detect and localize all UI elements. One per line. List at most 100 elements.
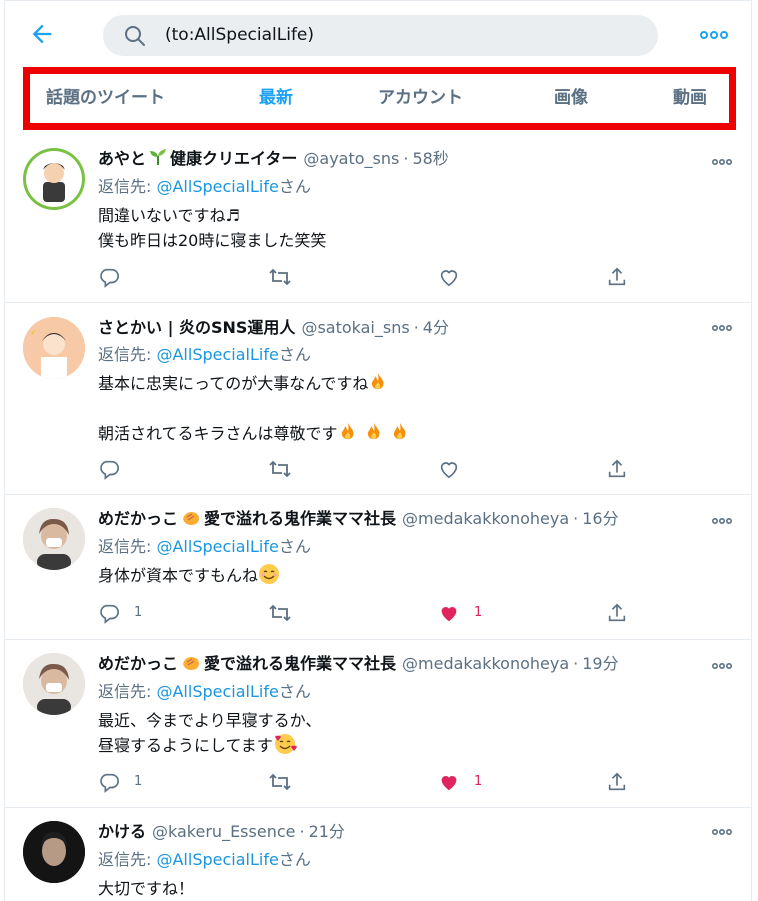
search-input[interactable]: (to:AllSpecialLife): [103, 15, 658, 56]
sprout-icon: [150, 149, 167, 165]
reply-button[interactable]: 1: [98, 771, 158, 793]
mention-link[interactable]: @AllSpecialLife: [156, 682, 278, 701]
share-button[interactable]: [606, 458, 666, 480]
tweet[interactable]: かける @kakeru_Essence · 21分 返信先: @AllSpecialL…: [5, 808, 751, 901]
retweet-icon: [269, 460, 291, 478]
share-button[interactable]: [606, 266, 666, 288]
tweet[interactable]: めだかっこ 愛で溢れる鬼作業ママ社長 @medakakkonoheya · 19分 返信…: [5, 640, 751, 808]
tab-videos[interactable]: 動画: [673, 74, 707, 123]
tab-latest[interactable]: 最新: [259, 74, 293, 123]
display-name[interactable]: めだかっこ: [98, 654, 178, 673]
avatar-illustration-icon: [23, 317, 85, 379]
reply-button[interactable]: [98, 266, 158, 288]
avatar-photo-icon: [23, 508, 85, 570]
timestamp[interactable]: 16分: [582, 509, 618, 528]
display-name[interactable]: めだかっこ: [98, 509, 178, 528]
tweet[interactable]: あやと 健康クリエイター @ayato_sns · 58秒 返信先: @AllSpeci…: [5, 135, 751, 303]
heart-filled-icon: [441, 607, 457, 622]
display-name[interactable]: かける: [98, 822, 146, 841]
like-count: 1: [474, 774, 483, 789]
reply-count: 1: [134, 605, 143, 620]
share-button[interactable]: [606, 771, 666, 793]
tab-people[interactable]: アカウント: [378, 74, 463, 123]
display-name-suffix[interactable]: 愛で溢れる鬼作業ママ社長: [204, 654, 396, 673]
user-handle[interactable]: @medakakkonoheya: [402, 654, 569, 673]
tweet-actions: 1 1: [98, 771, 638, 793]
avatar-illustration-icon: [26, 151, 82, 207]
user-handle[interactable]: @kakeru_Essence: [152, 822, 295, 841]
share-icon: [608, 603, 626, 622]
reply-icon: [100, 268, 119, 288]
reply-button[interactable]: [98, 458, 158, 480]
tweet-line: 間違いないですね♬: [98, 206, 240, 225]
reply-label: 返信先:: [98, 177, 157, 196]
clapping-hand-icon: [183, 657, 200, 670]
tweet[interactable]: さとかい | 炎のSNS運用人 @satokai_sns · 4分 返信先: @All…: [5, 303, 751, 495]
avatar[interactable]: [23, 148, 85, 210]
tab-top[interactable]: 話題のツイート: [46, 74, 165, 123]
mention-link[interactable]: @AllSpecialLife: [156, 345, 278, 364]
reply-context: 返信先: @AllSpecialLifeさん: [98, 849, 311, 871]
retweet-button[interactable]: [268, 771, 328, 793]
user-handle[interactable]: @satokai_sns: [301, 318, 409, 337]
display-name-suffix[interactable]: 愛で溢れる鬼作業ママ社長: [204, 509, 396, 528]
tweet-line: 僕も昨日は20時に寝ました笑笑: [98, 231, 327, 250]
tweet-line: 昼寝するようにしてます: [98, 736, 273, 755]
retweet-button[interactable]: [268, 266, 328, 288]
display-name[interactable]: さとかい | 炎のSNS運用人: [98, 318, 295, 337]
like-button[interactable]: [438, 266, 498, 288]
tweet[interactable]: めだかっこ 愛で溢れる鬼作業ママ社長 @medakakkonoheya · 16分 返信…: [5, 495, 751, 640]
reply-button[interactable]: 1: [98, 602, 158, 624]
reply-count: 1: [134, 774, 143, 789]
avatar[interactable]: [23, 653, 85, 715]
like-count: 1: [474, 605, 483, 620]
tweet-more-icon[interactable]: [711, 658, 733, 674]
reply-icon: [100, 460, 119, 480]
like-button[interactable]: 1: [438, 771, 498, 793]
avatar[interactable]: [23, 317, 85, 379]
timestamp[interactable]: 4分: [423, 318, 449, 337]
share-button[interactable]: [606, 602, 666, 624]
avatar[interactable]: [23, 508, 85, 570]
tweet-more-icon[interactable]: [711, 320, 733, 336]
fire-emoji-icon: [372, 373, 384, 390]
tweet-more-icon[interactable]: [711, 824, 733, 840]
more-options-button[interactable]: [698, 22, 730, 48]
timestamp[interactable]: 21分: [309, 822, 345, 841]
reply-context: 返信先: @AllSpecialLifeさん: [98, 536, 311, 558]
like-button[interactable]: 1: [438, 602, 498, 624]
tweet-more-icon[interactable]: [711, 154, 733, 170]
smiling-face-icon: [259, 564, 280, 584]
retweet-button[interactable]: [268, 458, 328, 480]
display-name[interactable]: あやと: [98, 149, 146, 168]
reply-icon: [100, 773, 119, 793]
fire-emoji-icon: [341, 423, 353, 440]
tweet-line: 基本に忠実にってのが大事なんですね: [98, 374, 369, 393]
reply-suffix: さん: [278, 537, 311, 556]
display-name-suffix[interactable]: 健康クリエイター: [170, 149, 297, 168]
reply-suffix: さん: [278, 345, 311, 364]
mention-link[interactable]: @AllSpecialLife: [156, 177, 278, 196]
user-handle[interactable]: @ayato_sns: [303, 149, 399, 168]
like-button[interactable]: [438, 458, 498, 480]
reply-suffix: さん: [278, 682, 311, 701]
arrow-left-icon: [32, 24, 52, 44]
search-header: (to:AllSpecialLife): [0, 0, 758, 68]
tweet-line: 最近、今までより早寝するか、: [98, 711, 322, 730]
avatar-photo-icon: [23, 653, 85, 715]
tweet-actions: 1 1: [98, 602, 638, 624]
tweet-text: 最近、今までより早寝するか、 昼寝するようにしてます: [98, 708, 321, 758]
tweet-text: 間違いないですね♬ 僕も昨日は20時に寝ました笑笑: [98, 203, 326, 253]
tab-photos[interactable]: 画像: [554, 74, 588, 123]
reply-icon: [100, 604, 119, 624]
mention-link[interactable]: @AllSpecialLife: [156, 537, 278, 556]
timestamp[interactable]: 19分: [582, 654, 618, 673]
user-handle[interactable]: @medakakkonoheya: [402, 509, 569, 528]
retweet-icon: [269, 773, 291, 791]
avatar[interactable]: [23, 821, 85, 883]
mention-link[interactable]: @AllSpecialLife: [156, 850, 278, 869]
retweet-button[interactable]: [268, 602, 328, 624]
tweet-more-icon[interactable]: [711, 513, 733, 529]
timestamp[interactable]: 58秒: [412, 149, 448, 168]
back-button[interactable]: [28, 20, 56, 48]
